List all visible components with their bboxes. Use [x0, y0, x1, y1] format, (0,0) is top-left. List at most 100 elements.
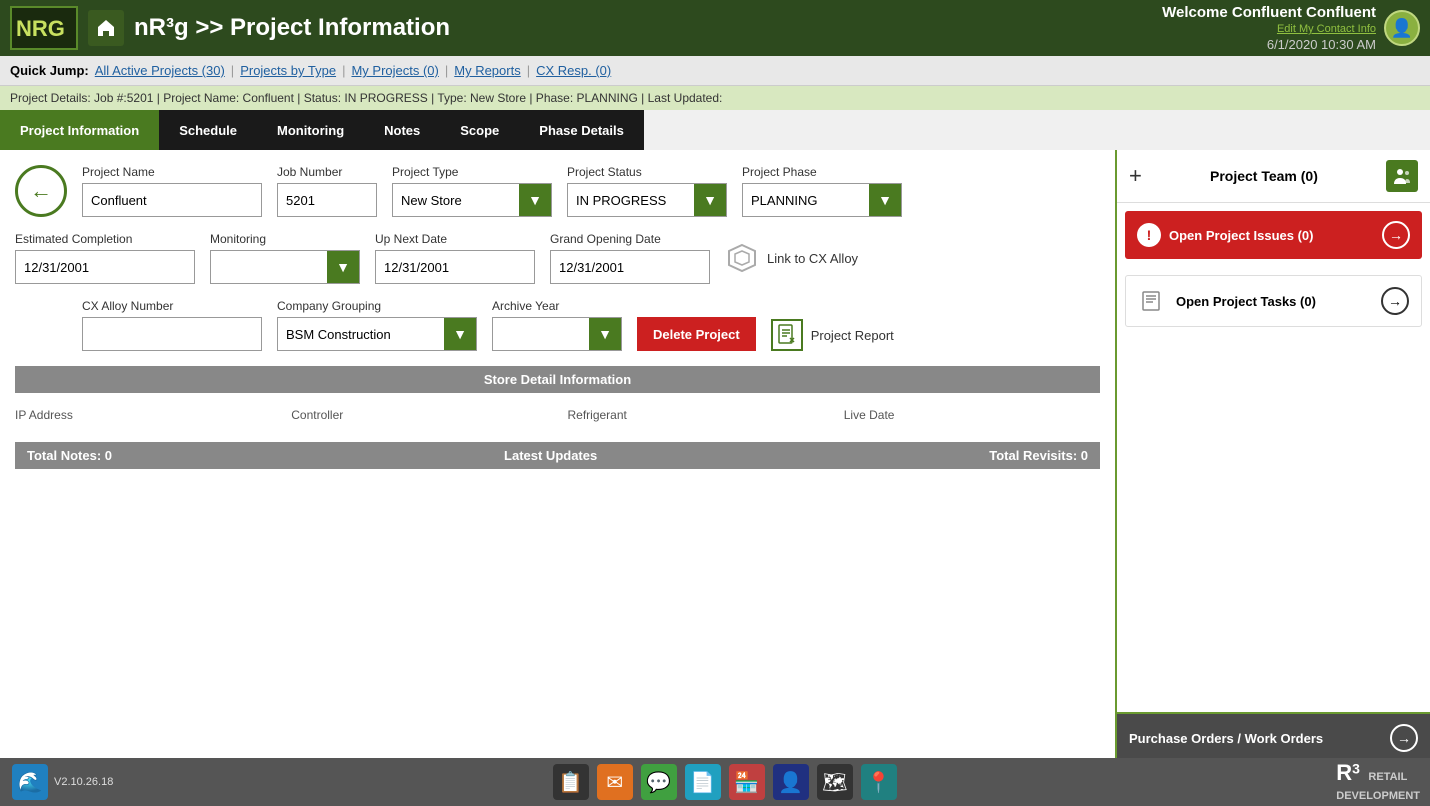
tab-monitoring[interactable]: Monitoring: [257, 110, 364, 150]
notes-footer: Total Notes: 0 Latest Updates Total Revi…: [15, 442, 1100, 469]
delete-project-button[interactable]: Delete Project: [637, 317, 756, 351]
total-notes: Total Notes: 0: [27, 448, 112, 463]
cx-alloy-number-group: CX Alloy Number: [82, 299, 262, 351]
avatar: 👤: [1384, 10, 1420, 46]
store-icon[interactable]: 🏪: [729, 764, 765, 800]
job-number-label: Job Number: [277, 165, 377, 179]
monitoring-select-wrapper: ▼: [210, 250, 360, 284]
monitoring-label: Monitoring: [210, 232, 360, 246]
est-completion-date-wrapper: 📅: [15, 250, 195, 284]
project-phase-label: Project Phase: [742, 165, 902, 179]
user-icon[interactable]: 👤: [773, 764, 809, 800]
project-name-label: Project Name: [82, 165, 262, 179]
total-revisits: Total Revisits: 0: [989, 448, 1088, 463]
tab-project-information[interactable]: Project Information: [0, 110, 159, 150]
po-wo-header: Purchase Orders / Work Orders →: [1117, 714, 1430, 762]
archive-year-label: Archive Year: [492, 299, 622, 313]
grand-opening-date-wrapper: 📅: [550, 250, 710, 284]
up-next-date-input[interactable]: [376, 251, 535, 283]
archive-year-select[interactable]: [493, 318, 589, 350]
nav-all-active[interactable]: All Active Projects (30): [95, 63, 225, 78]
project-team-label: Project Team (0): [1210, 168, 1318, 184]
monitoring-dropdown-btn[interactable]: ▼: [327, 251, 359, 283]
monitoring-group: Monitoring ▼: [210, 232, 360, 284]
grand-opening-input[interactable]: [551, 251, 710, 283]
cx-alloy-link-area[interactable]: Link to CX Alloy: [725, 241, 858, 275]
form-row-1: ← Project Name Job Number Project Type: [15, 165, 1100, 217]
po-wo-arrow-icon[interactable]: →: [1390, 724, 1418, 752]
project-type-label: Project Type: [392, 165, 552, 179]
nav-my-reports[interactable]: My Reports: [454, 63, 520, 78]
files-icon[interactable]: 📋: [553, 764, 589, 800]
store-detail-header: Store Detail Information: [15, 366, 1100, 393]
nav-sep-2: |: [342, 63, 345, 78]
project-status-select[interactable]: IN PROGRESS: [568, 184, 694, 216]
open-tasks-button[interactable]: Open Project Tasks (0) →: [1125, 275, 1422, 327]
live-date-label: Live Date: [844, 408, 1100, 422]
svg-text:NRG: NRG: [16, 16, 65, 41]
project-name-input[interactable]: [82, 183, 262, 217]
project-status-group: Project Status IN PROGRESS ▼: [567, 165, 727, 217]
job-number-input[interactable]: [277, 183, 377, 217]
edit-contact-link[interactable]: Edit My Contact Info: [1277, 23, 1376, 35]
taskbar-right: R3 RETAILDEVELOPMENT: [1336, 760, 1420, 804]
tab-notes[interactable]: Notes: [364, 110, 440, 150]
grand-opening-label: Grand Opening Date: [550, 232, 710, 246]
home-button[interactable]: [88, 10, 124, 46]
project-status-dropdown-btn[interactable]: ▼: [694, 184, 726, 216]
top-header: NRG nR³g >> Project Information Welcome …: [0, 0, 1430, 56]
cx-alloy-icon: [725, 241, 759, 275]
cx-alloy-number-input[interactable]: [82, 317, 262, 351]
tab-phase-details[interactable]: Phase Details: [519, 110, 644, 150]
project-details-text: Project Details: Job #:5201 | Project Na…: [10, 91, 722, 105]
document-icon[interactable]: 📄: [685, 764, 721, 800]
archive-year-dropdown-btn[interactable]: ▼: [589, 318, 621, 350]
company-grouping-dropdown-btn[interactable]: ▼: [444, 318, 476, 350]
location-icon[interactable]: 📍: [861, 764, 897, 800]
grand-opening-group: Grand Opening Date 📅: [550, 232, 710, 284]
est-completion-label: Estimated Completion: [15, 232, 195, 246]
email-icon[interactable]: ✉: [597, 764, 633, 800]
company-grouping-label: Company Grouping: [277, 299, 477, 313]
job-number-group: Job Number: [277, 165, 377, 217]
cx-alloy-number-label: CX Alloy Number: [82, 299, 262, 313]
nav-by-type[interactable]: Projects by Type: [240, 63, 336, 78]
project-report-label: Project Report: [811, 328, 894, 343]
tab-schedule[interactable]: Schedule: [159, 110, 257, 150]
chat-icon[interactable]: 💬: [641, 764, 677, 800]
nav-bar: Quick Jump: All Active Projects (30) | P…: [0, 56, 1430, 86]
app-title: nR³g >> Project Information: [134, 14, 450, 42]
datetime: 6/1/2020 10:30 AM: [1267, 37, 1376, 52]
project-phase-select[interactable]: PLANNING: [743, 184, 869, 216]
nav-sep-4: |: [527, 63, 530, 78]
nav-my-projects[interactable]: My Projects (0): [351, 63, 438, 78]
project-type-select[interactable]: New Store: [393, 184, 519, 216]
project-type-group: Project Type New Store ▼: [392, 165, 552, 217]
header-right: Welcome Confluent Confluent Edit My Cont…: [1162, 4, 1420, 52]
up-next-date-group: Up Next Date 📅: [375, 232, 535, 284]
tasks-list-icon: [1138, 286, 1168, 316]
map-icon[interactable]: 🗺: [817, 764, 853, 800]
issues-alert-icon: !: [1137, 223, 1161, 247]
add-team-member-button[interactable]: +: [1129, 163, 1142, 189]
est-completion-input[interactable]: [16, 251, 195, 283]
back-button[interactable]: ←: [15, 165, 67, 217]
company-grouping-select[interactable]: BSM Construction: [278, 318, 444, 350]
project-type-dropdown-btn[interactable]: ▼: [519, 184, 551, 216]
delete-btn-area: Delete Project: [637, 317, 756, 351]
nav-cx-resp[interactable]: CX Resp. (0): [536, 63, 611, 78]
tabs-row: Project Information Schedule Monitoring …: [0, 110, 1430, 150]
monitoring-select[interactable]: [211, 251, 327, 283]
r3-logo: R3 RETAILDEVELOPMENT: [1336, 760, 1420, 804]
project-report-icon: [771, 319, 803, 351]
controller-label: Controller: [291, 408, 547, 422]
project-report-area[interactable]: Project Report: [771, 319, 894, 351]
tab-scope[interactable]: Scope: [440, 110, 519, 150]
project-phase-dropdown-btn[interactable]: ▼: [869, 184, 901, 216]
open-issues-button[interactable]: ! Open Project Issues (0) →: [1125, 211, 1422, 259]
nrg-logo: NRG: [10, 6, 78, 50]
welcome-area: Welcome Confluent Confluent Edit My Cont…: [1162, 4, 1376, 52]
ip-address-label: IP Address: [15, 408, 271, 422]
start-icon[interactable]: 🌊: [12, 764, 48, 800]
cx-alloy-link-text: Link to CX Alloy: [767, 251, 858, 266]
